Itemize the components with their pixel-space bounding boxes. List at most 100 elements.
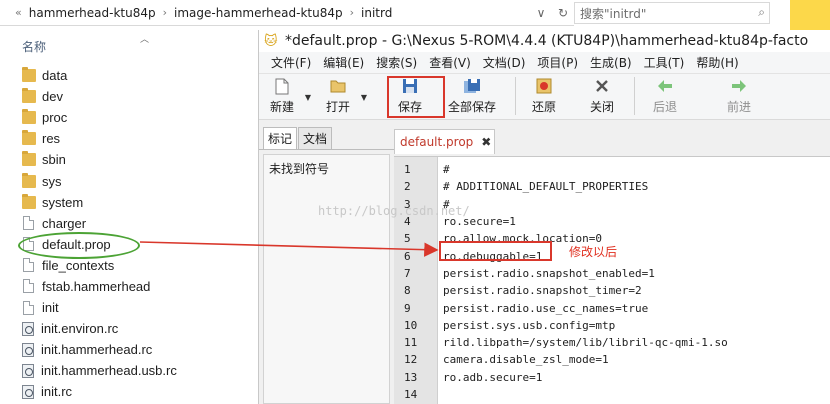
config-file-icon: [22, 363, 34, 378]
file-explorer: ︿ 名称 data dev proc res sbin sys system charger d…: [0, 0, 258, 404]
breadcrumb-item-2[interactable]: image-hammerhead-ktu84p: [174, 6, 343, 20]
file-name: sbin: [42, 152, 66, 168]
open-button[interactable]: 打开 ▼: [319, 77, 367, 117]
code-line[interactable]: persist.radio.snapshot_timer=2: [443, 282, 830, 299]
revert-button[interactable]: 还原: [524, 77, 564, 117]
file-item[interactable]: init.rc: [0, 381, 258, 402]
code-line[interactable]: ro.adb.secure=1: [443, 369, 830, 386]
file-item[interactable]: sbin: [0, 149, 258, 170]
line-number: 1: [404, 163, 411, 177]
file-item[interactable]: fstab.hammerhead: [0, 276, 258, 297]
file-icon: [23, 216, 34, 231]
revert-label: 还原: [531, 100, 556, 114]
code-line[interactable]: [443, 386, 830, 403]
breadcrumb: « hammerhead-ktu84p › image-hammerhead-k…: [0, 6, 530, 20]
code-line[interactable]: ro.debuggable=1: [443, 247, 830, 264]
dropdown-chevron-icon[interactable]: ∨: [530, 2, 552, 24]
file-name: init.rc: [41, 384, 73, 400]
code-line[interactable]: persist.radio.use_cc_names=true: [443, 299, 830, 316]
close-button[interactable]: 关闭: [582, 77, 622, 117]
file-item[interactable]: proc: [0, 107, 258, 128]
new-dropdown-icon[interactable]: ▼: [305, 93, 311, 102]
menu-project[interactable]: 项目(P): [531, 54, 584, 71]
file-item[interactable]: dev: [0, 86, 258, 107]
search-input[interactable]: 搜索"initrd" ⌕: [574, 2, 770, 24]
code-line[interactable]: # ADDITIONAL_DEFAULT_PROPERTIES: [443, 178, 830, 195]
file-name: file_contexts: [42, 257, 115, 273]
file-item[interactable]: init.hammerhead.rc: [0, 339, 258, 360]
forward-button[interactable]: 前进: [717, 77, 761, 117]
new-label: 新建: [269, 100, 294, 114]
code-line[interactable]: ro.allow.mock.location=0: [443, 230, 830, 247]
menu-tools[interactable]: 工具(T): [638, 54, 691, 71]
search-icon[interactable]: ⌕: [758, 5, 765, 20]
editor-titlebar[interactable]: 🐱 *default.prop - G:\Nexus 5-ROM\4.4.4 (…: [259, 30, 830, 52]
file-name: res: [42, 131, 61, 147]
menu-edit[interactable]: 编辑(E): [317, 54, 370, 71]
file-item[interactable]: init.hammerhead.usb.rc: [0, 360, 258, 381]
side-panel-tabs: 标记 文档: [259, 126, 394, 150]
line-number: 3: [404, 197, 411, 211]
file-item[interactable]: init.environ.rc: [0, 318, 258, 339]
code-line[interactable]: #: [443, 161, 830, 178]
folder-icon: [22, 151, 36, 167]
tab-default-prop[interactable]: default.prop ✖: [394, 129, 495, 154]
save-button[interactable]: 保存: [383, 77, 437, 117]
file-item[interactable]: sys: [0, 170, 258, 191]
line-number: 14: [404, 388, 418, 401]
toolbar-divider: [634, 77, 635, 115]
code-line[interactable]: persist.sys.usb.config=mtp: [443, 317, 830, 334]
address-bar[interactable]: « hammerhead-ktu84p › image-hammerhead-k…: [0, 0, 574, 26]
new-button[interactable]: 新建 ▼: [263, 77, 311, 117]
menu-search[interactable]: 搜索(S): [370, 54, 423, 71]
code-line[interactable]: rild.libpath=/system/lib/libril-qc-qmi-1…: [443, 334, 830, 351]
back-button[interactable]: 后退: [643, 77, 687, 117]
code-lines[interactable]: # # ADDITIONAL_DEFAULT_PROPERTIES # ro.secu…: [443, 161, 830, 403]
toolbar-divider: [515, 77, 516, 115]
close-tab-icon[interactable]: ✖: [481, 135, 491, 149]
annotation-text: 修改以后: [569, 245, 618, 259]
code-line[interactable]: #: [443, 196, 830, 213]
file-item[interactable]: init: [0, 297, 258, 318]
open-folder-icon: [329, 77, 347, 95]
code-line[interactable]: ro.secure=1: [443, 213, 830, 230]
save-all-label: 全部保存: [447, 100, 496, 114]
file-item[interactable]: data: [0, 65, 258, 86]
file-name: init.hammerhead.rc: [41, 342, 153, 358]
menu-document[interactable]: 文档(D): [477, 54, 532, 71]
doc-tab-label: default.prop: [400, 135, 474, 149]
file-name: init: [42, 300, 59, 316]
column-name-label: 名称: [22, 40, 47, 54]
side-panel: 标记 文档 未找到符号: [259, 126, 394, 404]
file-name: system: [42, 194, 84, 210]
menu-help[interactable]: 帮助(H): [690, 54, 744, 71]
code-line[interactable]: persist.radio.snapshot_enabled=1: [443, 265, 830, 282]
document-area: default.prop ✖ 1 2 3 4 5 6 7 8 9 10 11 12 13 14 # # AD…: [394, 126, 830, 404]
revert-icon: [535, 77, 553, 95]
line-number: 11: [404, 336, 418, 350]
code-editor[interactable]: 1 2 3 4 5 6 7 8 9 10 11 12 13 14 # # ADDITIONAL_DEFAUL…: [394, 156, 830, 404]
file-item[interactable]: charger: [0, 213, 258, 234]
file-item[interactable]: res: [0, 128, 258, 149]
save-label: 保存: [397, 100, 422, 114]
save-all-button[interactable]: 全部保存: [441, 77, 503, 117]
column-header[interactable]: ︿ 名称: [0, 30, 258, 60]
config-file-icon: [22, 342, 34, 357]
tab-documents[interactable]: 文档: [298, 127, 333, 149]
breadcrumb-item-3[interactable]: initrd: [361, 6, 392, 20]
file-item[interactable]: system: [0, 192, 258, 213]
menu-view[interactable]: 查看(V): [423, 54, 477, 71]
code-line[interactable]: camera.disable_zsl_mode=1: [443, 351, 830, 368]
new-file-icon: [273, 77, 291, 95]
file-icon: [23, 258, 34, 273]
open-dropdown-icon[interactable]: ▼: [361, 93, 367, 102]
breadcrumb-item-1[interactable]: hammerhead-ktu84p: [29, 6, 156, 20]
menu-file[interactable]: 文件(F): [265, 54, 317, 71]
open-label: 打开: [325, 100, 350, 114]
app-icon: 🐱: [264, 33, 278, 49]
tab-symbols[interactable]: 标记: [263, 127, 298, 149]
refresh-icon[interactable]: ↻: [552, 2, 574, 24]
menu-build[interactable]: 生成(B): [584, 54, 638, 71]
file-icon: [23, 279, 34, 294]
file-item[interactable]: file_contexts: [0, 255, 258, 276]
